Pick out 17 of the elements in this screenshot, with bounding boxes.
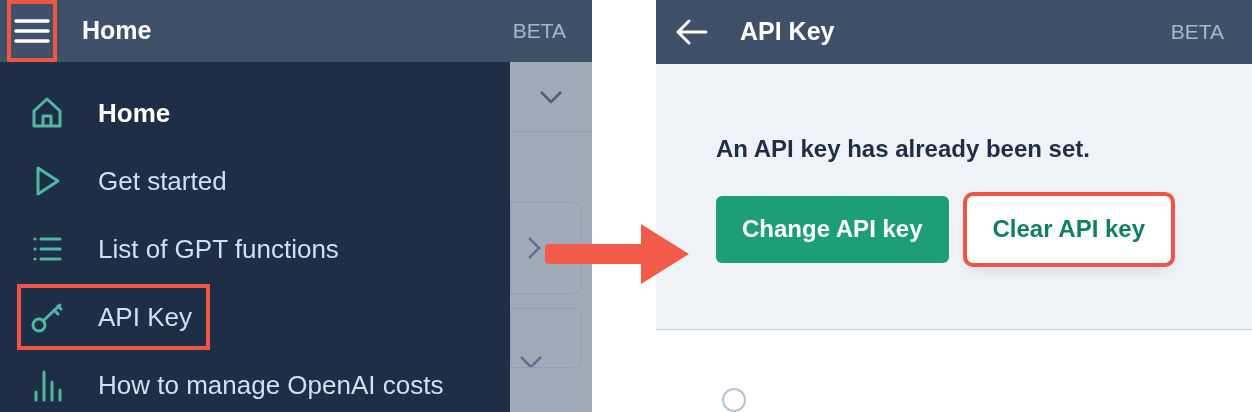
chevron-right-icon [527, 236, 541, 260]
header-title: API Key [740, 16, 835, 48]
status-message: An API key has already been set. [716, 133, 1091, 164]
menu-icon [14, 18, 50, 44]
menu-item[interactable]: How to manage OpenAI costs [19, 354, 460, 412]
menu-item[interactable]: API Key [19, 286, 208, 348]
beta-label: BETA [1170, 19, 1224, 46]
menu-item[interactable]: Get started [19, 150, 243, 212]
beta-label: BETA [512, 18, 566, 45]
header-title: Home [82, 15, 152, 47]
back-arrow-icon[interactable] [676, 18, 708, 45]
menu-item[interactable]: Home [19, 82, 187, 144]
house-icon [30, 96, 64, 130]
chevron-down-icon [519, 355, 543, 367]
chevron-down-icon [539, 89, 563, 104]
menu-button[interactable] [7, 0, 57, 62]
menu-item[interactable]: List of GPT functions [19, 218, 355, 280]
